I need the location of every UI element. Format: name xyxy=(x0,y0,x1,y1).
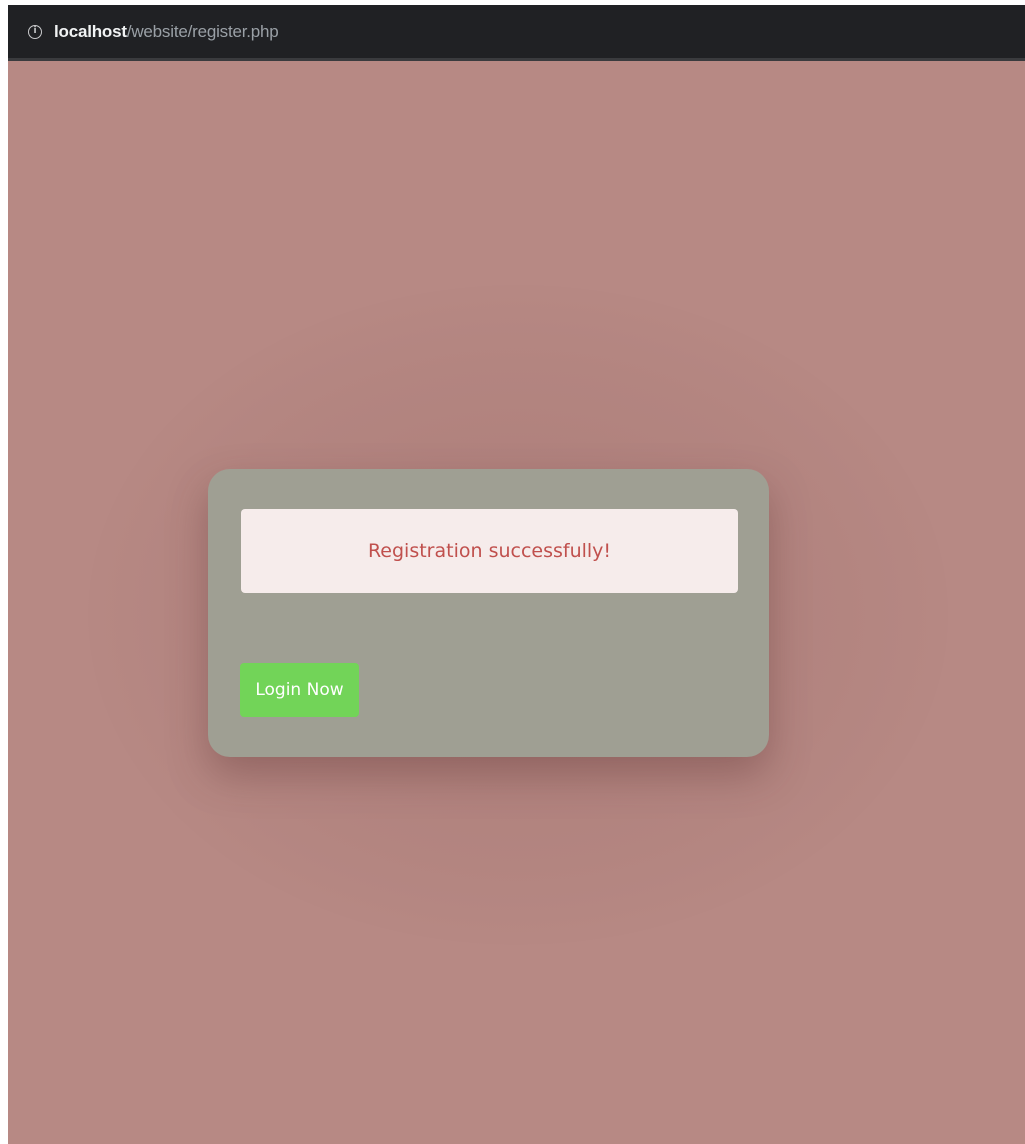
address-bar[interactable]: i localhost/website/register.php xyxy=(8,5,1025,61)
url-text[interactable]: localhost/website/register.php xyxy=(54,22,279,42)
info-circle-icon[interactable]: i xyxy=(28,24,42,39)
browser-viewport: i localhost/website/register.php Registr… xyxy=(8,5,1025,1144)
url-host: localhost xyxy=(54,21,127,41)
url-path: /website/register.php xyxy=(126,21,279,41)
login-now-button[interactable]: Login Now xyxy=(240,663,359,717)
registration-card: Registration successfully! Login Now xyxy=(208,469,769,757)
success-message: Registration successfully! xyxy=(241,509,738,593)
